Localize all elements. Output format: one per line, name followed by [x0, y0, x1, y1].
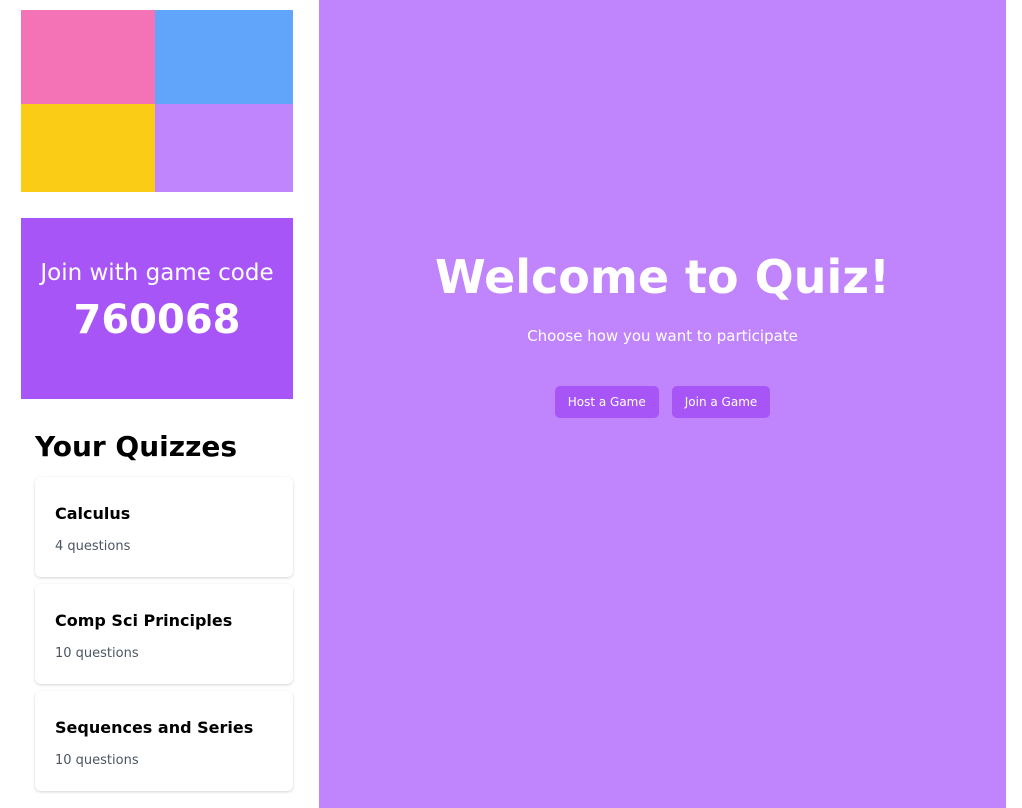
logo-tile-blue	[155, 10, 293, 104]
quiz-card-calculus[interactable]: Calculus 4 questions	[35, 477, 293, 577]
quiz-question-count: 10 questions	[55, 646, 139, 661]
quiz-question-count: 4 questions	[55, 539, 131, 554]
quiz-list: Calculus 4 questions Comp Sci Principles…	[35, 477, 293, 798]
left-sidebar: Join with game code 760068 Your Quizzes …	[0, 0, 319, 808]
quiz-card-sequences-and-series[interactable]: Sequences and Series 10 questions	[35, 691, 293, 791]
quiz-card-comp-sci-principles[interactable]: Comp Sci Principles 10 questions	[35, 584, 293, 684]
game-code-label: Join with game code	[40, 260, 274, 286]
logo-tile-purple	[155, 104, 293, 192]
logo-tile-pink	[21, 10, 155, 104]
quiz-title: Comp Sci Principles	[55, 611, 233, 630]
game-code-value: 760068	[73, 297, 241, 343]
welcome-subtitle: Choose how you want to participate	[527, 327, 798, 345]
join-game-button[interactable]: Join a Game	[671, 386, 771, 418]
your-quizzes-heading: Your Quizzes	[35, 430, 238, 463]
page: Join with game code 760068 Your Quizzes …	[0, 0, 1022, 808]
welcome-panel: Welcome to Quiz! Choose how you want to …	[319, 0, 1006, 808]
host-game-button[interactable]: Host a Game	[554, 386, 659, 418]
quiz-title: Sequences and Series	[55, 718, 254, 737]
game-code-card: Join with game code 760068	[21, 218, 293, 399]
logo-tile-yellow	[21, 104, 155, 192]
participation-actions: Host a Game Join a Game	[319, 386, 1006, 418]
quiz-title: Calculus	[55, 504, 131, 523]
welcome-title: Welcome to Quiz!	[434, 250, 891, 304]
quiz-logo	[21, 10, 293, 192]
quiz-question-count: 10 questions	[55, 753, 139, 768]
